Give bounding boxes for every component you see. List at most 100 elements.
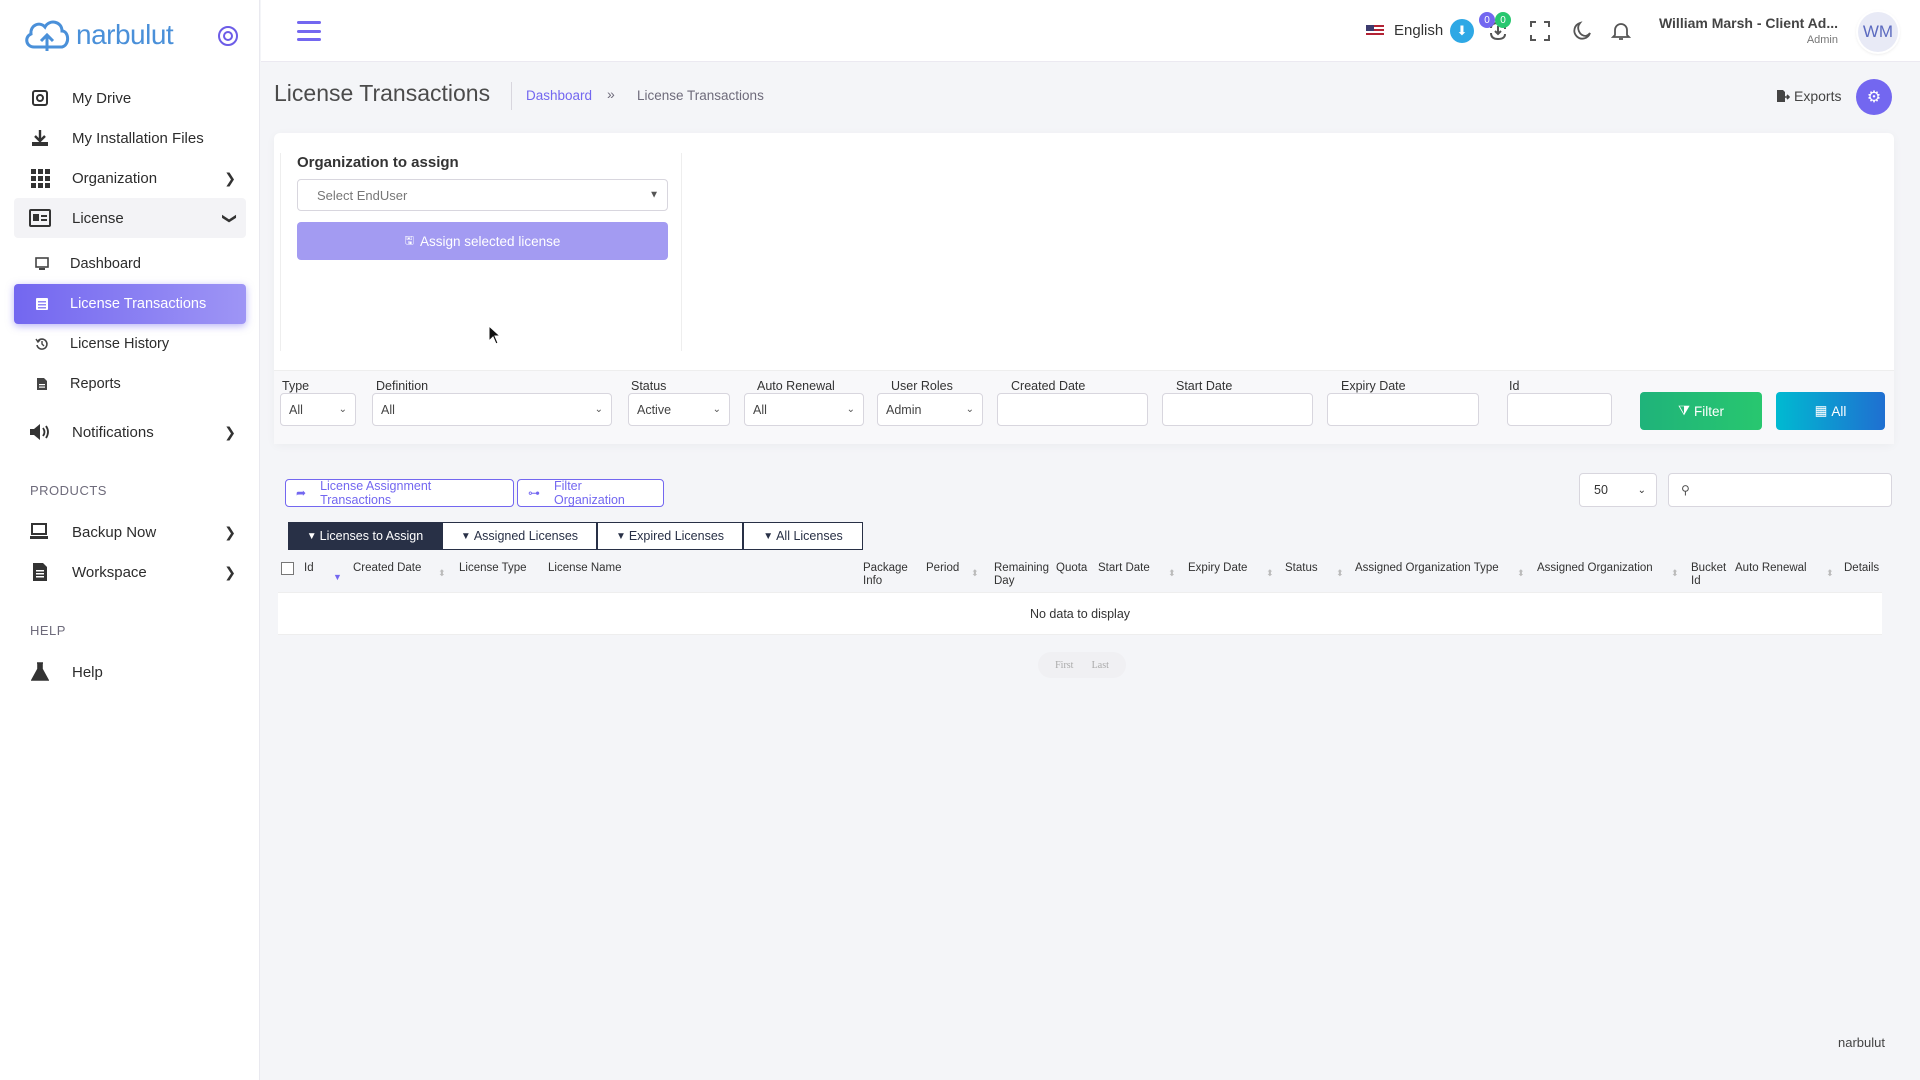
tab-assigned-licenses[interactable]: ▼ Assigned Licenses <box>442 522 597 550</box>
filter-start-date-input[interactable] <box>1162 393 1313 426</box>
filter-button[interactable]: ⧩ Filter <box>1640 392 1762 430</box>
sitemap-icon: ⊶ <box>528 486 540 500</box>
chevron-right-icon: ❯ <box>224 169 236 186</box>
brand-logo[interactable]: narbulut <box>22 14 174 56</box>
sync-button[interactable]: 0 0 <box>1479 12 1511 44</box>
assign-selected-license-button[interactable]: 🖫 Assign selected license <box>297 222 668 260</box>
column-header-status[interactable]: Status <box>1285 562 1318 575</box>
sort-desc-icon[interactable]: ▼ <box>333 572 342 582</box>
column-header-quota[interactable]: Quota <box>1056 562 1087 575</box>
divider <box>511 82 512 110</box>
dark-mode-toggle[interactable] <box>1569 18 1595 44</box>
all-button[interactable]: ▦ All <box>1776 392 1885 430</box>
sort-icon[interactable]: ⬍ <box>1266 568 1274 579</box>
sidebar-item-license[interactable]: License ❯ <box>14 198 246 238</box>
language-selector[interactable]: English <box>1366 22 1443 39</box>
section-label-products: PRODUCTS <box>30 483 107 498</box>
settings-button[interactable]: ⚙ <box>1856 79 1892 115</box>
sidebar-item-organization[interactable]: Organization ❯ <box>14 158 246 198</box>
sidebar-item-notifications[interactable]: Notifications ❯ <box>14 412 246 452</box>
filter-status-select[interactable]: Active ⌄ <box>628 393 730 426</box>
filter-auto-renewal-select[interactable]: All ⌄ <box>744 393 864 426</box>
sidebar-item-label: Dashboard <box>70 256 141 272</box>
sort-icon[interactable]: ⬍ <box>1517 568 1525 579</box>
filter-expiry-date-input[interactable] <box>1327 393 1479 426</box>
sidebar-item-installation-files[interactable]: My Installation Files <box>14 118 246 158</box>
column-header-auto-renewal[interactable]: Auto Renewal <box>1735 562 1807 575</box>
fullscreen-icon <box>1530 21 1550 41</box>
download-button[interactable]: ⬇ <box>1449 18 1475 44</box>
sidebar-item-my-drive[interactable]: My Drive <box>14 78 246 118</box>
language-label: English <box>1394 22 1444 39</box>
sidebar-item-label: Notifications <box>72 423 154 441</box>
funnel-icon: ▼ <box>763 530 774 542</box>
sidebar-item-workspace[interactable]: Workspace ❯ <box>14 552 246 592</box>
filter-expiry-date-label: Expiry Date <box>1341 379 1406 393</box>
sort-icon[interactable]: ⬍ <box>1336 568 1344 579</box>
chevron-down-icon: ⌄ <box>1637 484 1646 496</box>
fullscreen-button[interactable] <box>1527 18 1553 44</box>
license-assignment-transactions-button[interactable]: ➦ License Assignment Transactions <box>285 479 514 507</box>
per-page-select[interactable]: 50 ⌄ <box>1579 473 1657 507</box>
filter-organization-button[interactable]: ⊶ Filter Organization <box>517 479 664 507</box>
sidebar-collapse-toggle[interactable] <box>218 26 238 46</box>
filter-created-date-input[interactable] <box>997 393 1148 426</box>
funnel-icon: ▼ <box>306 530 317 542</box>
sidebar-item-help[interactable]: Help <box>14 652 246 692</box>
pager-first-button[interactable]: First <box>1055 660 1073 671</box>
column-header-license-type[interactable]: License Type <box>459 562 527 575</box>
tab-all-licenses[interactable]: ▼ All Licenses <box>743 522 863 550</box>
column-header-assigned-org-type[interactable]: Assigned Organization Type <box>1355 562 1499 575</box>
search-input[interactable]: ⚲ <box>1668 473 1892 507</box>
assign-label: Organization to assign <box>297 154 459 171</box>
sort-icon[interactable]: ⬍ <box>1671 568 1679 579</box>
column-header-start-date[interactable]: Start Date <box>1098 562 1150 575</box>
column-header-period[interactable]: Period <box>926 562 959 575</box>
hamburger-menu-icon[interactable] <box>297 21 321 41</box>
column-header-bucket-id[interactable]: Bucket Id <box>1691 562 1726 588</box>
sort-icon[interactable]: ⬍ <box>438 568 446 579</box>
column-header-assigned-org[interactable]: Assigned Organization <box>1537 562 1653 575</box>
filter-user-roles-select[interactable]: Admin ⌄ <box>877 393 983 426</box>
filter-definition-select[interactable]: All ⌄ <box>372 393 612 426</box>
user-name[interactable]: William Marsh - Client Ad... <box>1659 15 1838 31</box>
file-export-icon <box>1777 90 1790 102</box>
tab-expired-licenses[interactable]: ▼ Expired Licenses <box>597 522 743 550</box>
avatar[interactable]: WM <box>1858 12 1898 52</box>
column-header-created-date[interactable]: Created Date <box>353 562 421 575</box>
sidebar-item-dashboard[interactable]: Dashboard <box>14 244 246 284</box>
cloud-logo-icon <box>25 20 70 51</box>
history-icon <box>34 336 50 352</box>
pager-last-button[interactable]: Last <box>1092 660 1109 671</box>
download-icon <box>28 126 52 150</box>
mouse-cursor-icon <box>488 325 502 345</box>
chevron-down-icon: ⌄ <box>338 404 347 415</box>
column-header-id[interactable]: Id <box>304 562 314 575</box>
enduser-select[interactable]: Select EndUser ▼ <box>297 179 668 211</box>
filter-type-select[interactable]: All ⌄ <box>280 393 356 426</box>
column-header-license-name[interactable]: License Name <box>548 562 622 575</box>
sort-icon[interactable]: ⬍ <box>971 568 979 579</box>
chevron-right-icon: ❯ <box>224 523 236 540</box>
column-header-remaining-day[interactable]: Remaining Day <box>994 562 1052 588</box>
notifications-button[interactable] <box>1608 18 1634 44</box>
column-header-expiry-date[interactable]: Expiry Date <box>1188 562 1247 575</box>
filter-id-input[interactable] <box>1507 393 1612 426</box>
breadcrumb-dashboard[interactable]: Dashboard <box>526 88 592 103</box>
sidebar-item-backup-now[interactable]: Backup Now ❯ <box>14 512 246 552</box>
column-header-package-info[interactable]: Package Info <box>863 562 913 588</box>
bell-icon <box>1611 23 1631 40</box>
tab-licenses-to-assign[interactable]: ▼ Licenses to Assign <box>288 522 442 550</box>
select-all-checkbox[interactable] <box>281 562 294 575</box>
filter-id-label: Id <box>1509 379 1520 393</box>
sidebar-item-reports[interactable]: Reports <box>14 364 246 404</box>
sort-icon[interactable]: ⬍ <box>1168 568 1176 579</box>
sidebar-item-label: Help <box>72 663 103 681</box>
tab-label: Licenses to Assign <box>319 529 424 543</box>
sidebar-item-license-transactions[interactable]: License Transactions <box>14 284 246 324</box>
sort-icon[interactable]: ⬍ <box>1826 568 1834 579</box>
column-header-details[interactable]: Details <box>1844 562 1879 575</box>
sidebar-item-license-history[interactable]: License History <box>14 324 246 364</box>
chevron-right-icon: ❯ <box>224 563 236 580</box>
exports-button[interactable]: Exports <box>1776 88 1841 104</box>
